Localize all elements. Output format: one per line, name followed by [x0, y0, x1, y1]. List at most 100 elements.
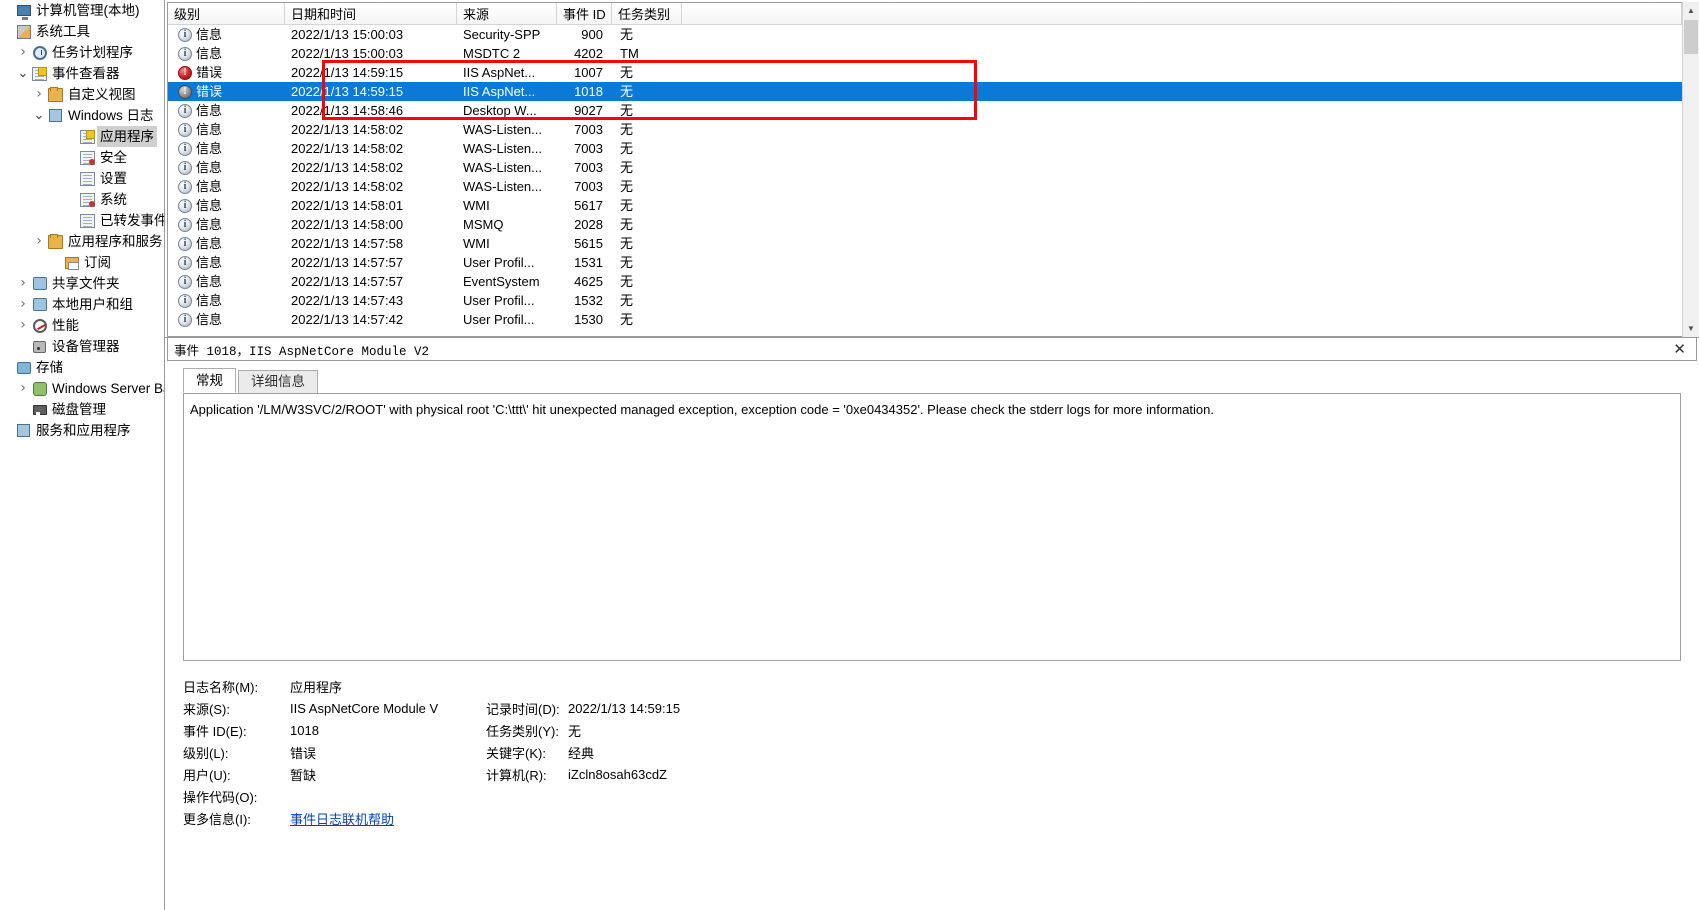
sidebar-item-2[interactable]: › 任务计划程序 [0, 42, 164, 63]
chevron-right-icon[interactable]: › [16, 274, 30, 293]
sidebar-item-label: 计算机管理(本地) [36, 3, 140, 18]
chevron-right-icon[interactable]: › [16, 43, 30, 62]
sidebar-item-18[interactable]: › Windows Server Back [0, 378, 164, 399]
event-list-scrollbar[interactable]: ▲ ▼ [1682, 2, 1699, 337]
table-row[interactable]: i 信息 2022/1/13 14:58:02 WAS-Listen... 7003 无 [168, 120, 1682, 139]
cell-datetime: 2022/1/13 14:57:57 [291, 274, 404, 289]
cell-event-id: 5617 [574, 198, 603, 213]
sidebar-item-13[interactable]: › 共享文件夹 [0, 273, 164, 294]
cell-source: WAS-Listen... [463, 160, 542, 175]
windows-logs-folder-icon-glyph [49, 109, 62, 122]
chevron-right-icon[interactable]: › [16, 379, 30, 398]
sidebar-item-12[interactable]: 订阅 [0, 252, 164, 273]
sidebar-item-4[interactable]: › 自定义视图 [0, 84, 164, 105]
metadata-row: 事件 ID(E): 1018 任务类别(Y): 无 [183, 719, 1699, 741]
cell-datetime: 2022/1/13 14:58:02 [291, 160, 404, 175]
main-pane: 级别 日期和时间 来源 事件 ID 任务类别 i 信息 2022/1/13 15:0… [165, 0, 1699, 910]
scroll-down-icon[interactable]: ▼ [1683, 320, 1699, 337]
column-header-source[interactable]: 来源 [457, 3, 557, 24]
detail-tabs[interactable]: 常规 详细信息 [165, 367, 1699, 393]
cell-level-text: 信息 [196, 236, 223, 251]
console-tree[interactable]: 计算机管理(本地) 系统工具 › 任务计划程序 ⌄ 事件查看器 › 自定义视图 ⌄ Windows… [0, 0, 164, 441]
console-tree-sidebar[interactable]: 计算机管理(本地) 系统工具 › 任务计划程序 ⌄ 事件查看器 › 自定义视图 ⌄ Windows… [0, 0, 165, 910]
apps-services-folder-icon-glyph [48, 233, 63, 249]
chevron-right-icon[interactable]: › [32, 85, 46, 104]
table-row[interactable]: ! 错误 2022/1/13 14:59:15 IIS AspNet... 1007 无 [168, 63, 1682, 82]
scroll-up-icon[interactable]: ▲ [1683, 2, 1699, 19]
table-row[interactable]: i 信息 2022/1/13 14:57:58 WMI 5615 无 [168, 234, 1682, 253]
chevron-down-icon[interactable]: ⌄ [32, 108, 46, 123]
sidebar-item-16[interactable]: 设备管理器 [0, 336, 164, 357]
storage-icon-glyph [16, 361, 31, 374]
sidebar-item-17[interactable]: 存储 [0, 357, 164, 378]
table-row[interactable]: i 信息 2022/1/13 14:58:02 WAS-Listen... 7003 无 [168, 177, 1682, 196]
sidebar-item-5[interactable]: ⌄ Windows 日志 [0, 105, 164, 126]
metadata-value: 暂缺 [290, 767, 317, 783]
event-log-online-help-link[interactable]: 事件日志联机帮助 [290, 812, 394, 827]
event-detail-pane: 事件 1018，IIS AspNetCore Module V2 ✕ 常规 详细信… [165, 338, 1699, 910]
event-list-header[interactable]: 级别 日期和时间 来源 事件 ID 任务类别 [168, 3, 1682, 25]
table-row[interactable]: i 信息 2022/1/13 15:00:03 Security-SPP 900 无 [168, 25, 1682, 44]
column-header-datetime[interactable]: 日期和时间 [285, 3, 457, 24]
disk-management-icon-glyph [32, 404, 47, 415]
table-row[interactable]: i 信息 2022/1/13 14:57:42 User Profil... 1530 无 [168, 310, 1682, 329]
sidebar-item-10[interactable]: 已转发事件 [0, 210, 164, 231]
event-rows[interactable]: i 信息 2022/1/13 15:00:03 Security-SPP 900 无 i 信息… [168, 25, 1682, 329]
table-row[interactable]: i 信息 2022/1/13 14:57:43 User Profil... 1532 无 [168, 291, 1682, 310]
sidebar-item-9[interactable]: 系统 [0, 189, 164, 210]
info-icon: i [178, 27, 192, 42]
chevron-right-icon[interactable]: › [16, 316, 30, 335]
table-row[interactable]: i 信息 2022/1/13 14:58:46 Desktop W... 9027 无 [168, 101, 1682, 120]
metadata-value-secondary: 2022/1/13 14:59:15 [568, 700, 681, 716]
table-row[interactable]: i 信息 2022/1/13 14:57:57 EventSystem 4625 无 [168, 272, 1682, 291]
info-icon: i [178, 179, 192, 194]
cell-datetime: 2022/1/13 15:00:03 [291, 27, 404, 42]
info-icon: i [178, 293, 192, 308]
event-list[interactable]: 级别 日期和时间 来源 事件 ID 任务类别 i 信息 2022/1/13 15:0… [167, 2, 1682, 337]
chevron-right-icon[interactable]: › [16, 295, 30, 314]
cell-level-text: 信息 [196, 255, 223, 270]
cell-level-text: 错误 [196, 84, 223, 99]
sidebar-item-6[interactable]: 应用程序 [0, 126, 164, 147]
sidebar-item-19[interactable]: 磁盘管理 [0, 399, 164, 420]
metadata-row: 操作代码(O): [183, 785, 1699, 807]
sidebar-item-11[interactable]: › 应用程序和服务日志 [0, 231, 164, 252]
sidebar-item-15[interactable]: › 性能 [0, 315, 164, 336]
cell-source: WAS-Listen... [463, 141, 542, 156]
event-message-box[interactable]: Application '/LM/W3SVC/2/ROOT' with phys… [183, 393, 1681, 661]
chevron-down-icon[interactable]: ⌄ [16, 66, 30, 81]
sidebar-item-0[interactable]: 计算机管理(本地) [0, 0, 164, 21]
tab-1[interactable]: 详细信息 [238, 370, 318, 393]
cell-level: i 信息 [168, 25, 285, 44]
table-row[interactable]: i 信息 2022/1/13 14:58:02 WAS-Listen... 7003 无 [168, 158, 1682, 177]
sidebar-item-1[interactable]: 系统工具 [0, 21, 164, 42]
column-header-filler[interactable] [682, 3, 1682, 24]
table-row[interactable]: i 信息 2022/1/13 14:57:57 User Profil... 1531 无 [168, 253, 1682, 272]
table-row[interactable]: i 信息 2022/1/13 14:58:00 MSMQ 2028 无 [168, 215, 1682, 234]
column-header-event-id[interactable]: 事件 ID [557, 3, 612, 24]
sidebar-item-14[interactable]: › 本地用户和组 [0, 294, 164, 315]
column-header-task-category[interactable]: 任务类别 [612, 3, 682, 24]
cell-source: MSMQ [463, 217, 504, 232]
close-icon[interactable]: ✕ [1669, 340, 1690, 358]
metadata-label-secondary: 任务类别(Y): [486, 723, 559, 739]
sidebar-item-20[interactable]: 服务和应用程序 [0, 420, 164, 441]
tab-0[interactable]: 常规 [183, 368, 236, 393]
chevron-right-icon[interactable]: › [32, 232, 46, 251]
storage-icon [14, 361, 33, 374]
sidebar-item-8[interactable]: 设置 [0, 168, 164, 189]
table-row[interactable]: i 信息 2022/1/13 14:58:02 WAS-Listen... 7003 无 [168, 139, 1682, 158]
cell-event-id: 2028 [574, 217, 603, 232]
table-row[interactable]: i 信息 2022/1/13 14:58:01 WMI 5617 无 [168, 196, 1682, 215]
sidebar-item-7[interactable]: 安全 [0, 147, 164, 168]
metadata-value-link-wrap[interactable]: 事件日志联机帮助 [290, 809, 486, 828]
computer-icon [14, 5, 33, 20]
cell-task: 无 [620, 179, 634, 194]
event-list-region: 级别 日期和时间 来源 事件 ID 任务类别 i 信息 2022/1/13 15:0… [165, 0, 1699, 338]
sidebar-item-3[interactable]: ⌄ 事件查看器 [0, 63, 164, 84]
table-row[interactable]: ! 错误 2022/1/13 14:59:15 IIS AspNet... 1018 无 [168, 82, 1682, 101]
table-row[interactable]: i 信息 2022/1/13 15:00:03 MSDTC 2 4202 TM [168, 44, 1682, 63]
column-header-level[interactable]: 级别 [168, 3, 285, 24]
info-icon: i [178, 255, 192, 270]
scrollbar-thumb[interactable] [1684, 20, 1698, 54]
